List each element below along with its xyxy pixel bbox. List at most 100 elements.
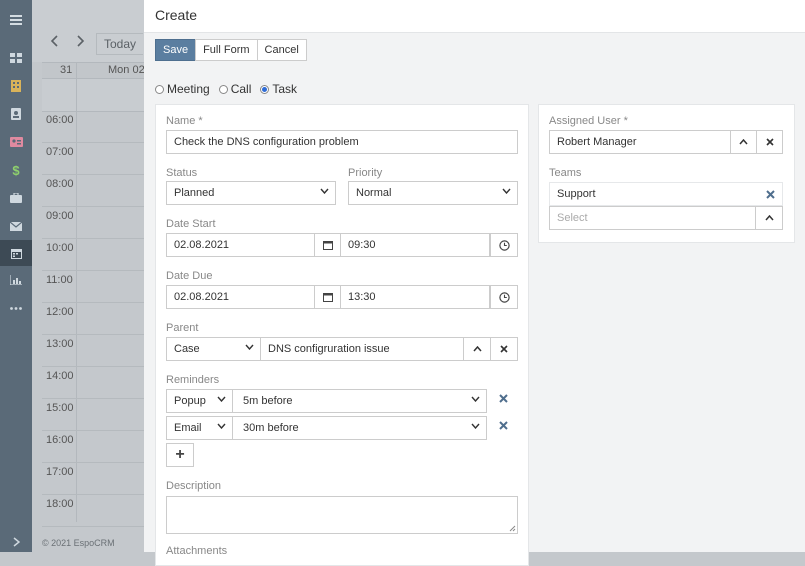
description-textarea[interactable] (166, 496, 518, 534)
save-button[interactable]: Save (155, 39, 197, 61)
chevron-down-icon (471, 423, 480, 429)
calendar-icon[interactable] (0, 240, 32, 266)
add-reminder-button[interactable]: + (166, 443, 194, 467)
radio-circle[interactable] (218, 84, 228, 94)
date-due-input[interactable]: 02.08.2021 (166, 285, 315, 309)
hour-label: 08:00 (46, 178, 74, 190)
hour-label: 16:00 (46, 434, 74, 446)
menu-icon[interactable] (0, 10, 32, 30)
cancel-button[interactable]: Cancel (256, 39, 307, 61)
contact-icon[interactable] (0, 104, 32, 124)
radio-call[interactable]: Call (218, 82, 252, 96)
week-number: 31 (60, 64, 73, 76)
expand-icon[interactable] (0, 532, 32, 552)
hour-label: 15:00 (46, 402, 74, 414)
description-label: Description (166, 480, 222, 492)
chevron-down-icon (320, 188, 329, 194)
building-icon[interactable] (0, 76, 32, 96)
hour-label: 06:00 (46, 114, 74, 126)
reminder-time-select[interactable]: 5m before (232, 389, 487, 413)
radio-circle-selected[interactable] (260, 84, 270, 94)
clock-icon[interactable] (490, 233, 518, 257)
full-form-button[interactable]: Full Form (195, 39, 258, 61)
radio-label: Call (230, 82, 252, 96)
chevron-up-icon[interactable] (463, 337, 491, 361)
hour-label: 07:00 (46, 146, 74, 158)
status-label: Status (166, 167, 198, 179)
hour-label: 09:00 (46, 210, 74, 222)
radio-circle[interactable] (155, 84, 164, 94)
radio-label: Meeting (167, 82, 210, 96)
status-select[interactable]: Planned (166, 181, 336, 205)
today-button[interactable]: Today (96, 33, 144, 55)
parent-input[interactable]: DNS configruration issue (260, 337, 464, 361)
calendar-picker-icon[interactable] (314, 233, 341, 257)
chevron-down-icon (217, 423, 226, 429)
calendar-picker-icon[interactable] (314, 285, 341, 309)
modal-header: Create (144, 0, 805, 33)
reminder-type-select[interactable]: Popup (166, 389, 233, 413)
next-icon[interactable] (77, 35, 85, 47)
chart-icon[interactable] (0, 270, 32, 290)
reminder-type-select[interactable]: Email (166, 416, 233, 440)
remove-reminder-icon[interactable] (499, 394, 508, 403)
name-input[interactable]: Check the DNS configuration problem (166, 130, 518, 154)
radio-label: Task (272, 82, 298, 96)
chevron-down-icon (217, 396, 226, 402)
time-due-input[interactable]: 13:30 (340, 285, 490, 309)
chevron-up-icon[interactable] (730, 130, 757, 154)
parent-type-value: Case (174, 343, 200, 355)
date-start-input[interactable]: 02.08.2021 (166, 233, 315, 257)
hour-label: 13:00 (46, 338, 74, 350)
clear-icon[interactable] (756, 130, 783, 154)
activity-type-selector: Meeting Call Task (155, 82, 306, 96)
hour-label: 10:00 (46, 242, 74, 254)
name-label: Name * (166, 115, 203, 127)
reminder-time-value: 30m before (243, 422, 299, 434)
day-header: Mon 02 (108, 64, 145, 76)
team-name: Support (557, 188, 596, 200)
hour-label: 17:00 (46, 466, 74, 478)
create-task-modal: Create Save Full Form Cancel Meeting Cal… (144, 0, 805, 566)
dashboard-icon[interactable] (0, 48, 32, 68)
briefcase-icon[interactable] (0, 188, 32, 208)
priority-label: Priority (348, 167, 383, 179)
priority-value: Normal (356, 187, 392, 199)
status-value: Planned (174, 187, 215, 199)
clock-icon[interactable] (490, 285, 518, 309)
reminder-time-select[interactable]: 30m before (232, 416, 487, 440)
reminder-time-value: 5m before (243, 395, 293, 407)
left-nav: $ (0, 0, 32, 552)
chevron-up-icon[interactable] (755, 206, 783, 230)
teams-select-input[interactable]: Select (549, 206, 756, 230)
reminders-label: Reminders (166, 374, 220, 386)
copyright: © 2021 EspoCRM (42, 538, 115, 548)
reminder-type-value: Email (174, 422, 202, 434)
hour-label: 11:00 (46, 274, 73, 286)
time-start-input[interactable]: 09:30 (340, 233, 490, 257)
chevron-down-icon (471, 396, 480, 402)
prev-icon[interactable] (50, 35, 58, 47)
chevron-down-icon (502, 188, 511, 194)
card-icon[interactable] (0, 132, 32, 152)
remove-team-icon[interactable] (766, 190, 775, 199)
clear-icon[interactable] (490, 337, 518, 361)
parent-label: Parent (166, 322, 199, 334)
assigned-user-label: Assigned User * (549, 115, 628, 127)
parent-type-select[interactable]: Case (166, 337, 261, 361)
hour-label: 12:00 (46, 306, 74, 318)
radio-task[interactable]: Task (260, 82, 297, 96)
team-item: Support (549, 182, 783, 206)
dollar-icon[interactable]: $ (0, 160, 32, 180)
radio-meeting[interactable]: Meeting (155, 82, 210, 96)
button-bar: Save Full Form Cancel (155, 39, 307, 61)
remove-reminder-icon[interactable] (499, 421, 508, 430)
mail-icon[interactable] (0, 216, 32, 236)
teams-label: Teams (549, 167, 582, 179)
assigned-user-input[interactable]: Robert Manager (549, 130, 731, 154)
more-icon[interactable] (0, 298, 32, 318)
priority-select[interactable]: Normal (348, 181, 518, 205)
side-panel: Assigned User * Robert Manager Teams Sup… (538, 104, 795, 243)
chevron-down-icon (245, 344, 254, 350)
hour-label: 14:00 (46, 370, 74, 382)
